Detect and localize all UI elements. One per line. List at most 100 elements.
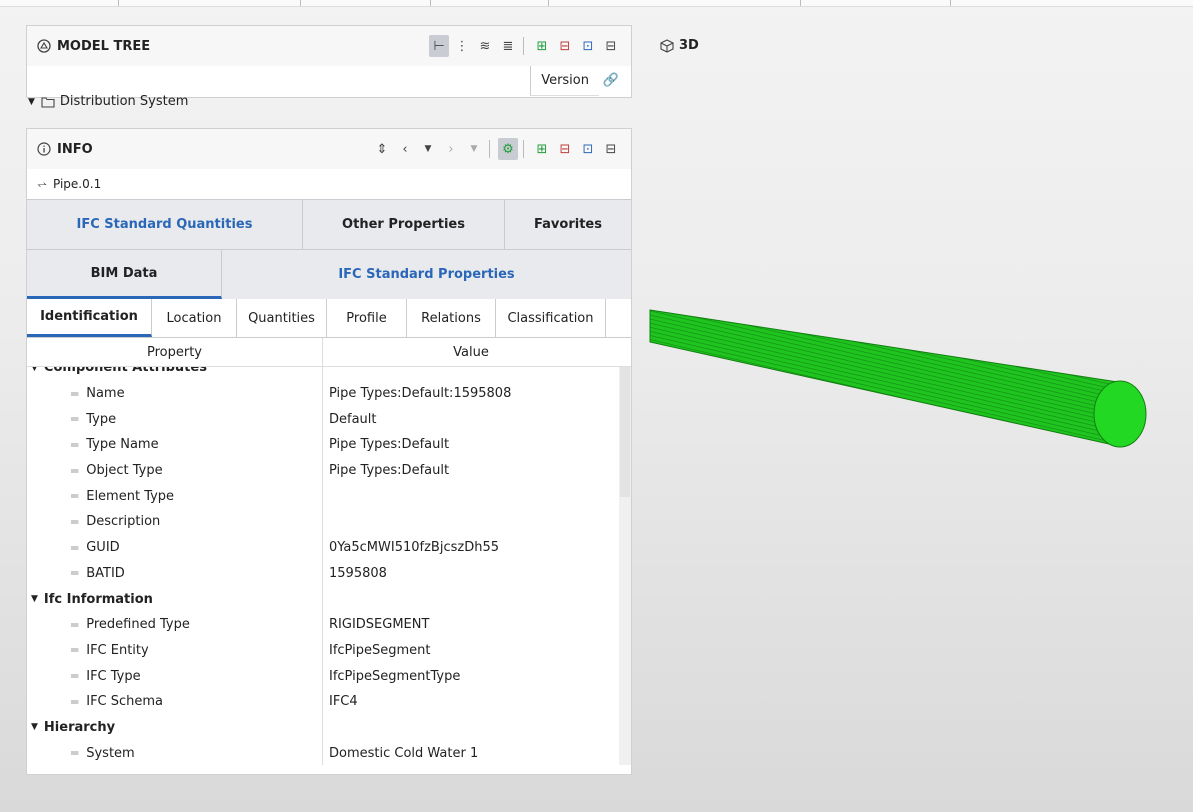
property-row[interactable]: ═ Type Default: [27, 406, 619, 433]
add-panel-icon[interactable]: ⊞: [532, 138, 552, 160]
collapse-panel-icon[interactable]: ⊟: [601, 138, 621, 160]
info-panel: INFO ⇕ ‹ ▼ › ▼ ⚙ ⊞ ⊟ ⊡ ⊟ ⥋ Pipe.0.1 IFC …: [26, 128, 632, 775]
property-value: IFC4: [329, 694, 358, 710]
subtab-quantities[interactable]: Quantities: [237, 299, 327, 337]
selected-object-row: ⥋ Pipe.0.1: [27, 169, 631, 199]
property-name: Hierarchy: [43, 719, 116, 735]
drag-handle-icon[interactable]: ═: [71, 669, 78, 683]
drag-handle-icon[interactable]: ═: [71, 387, 78, 401]
property-name-cell: ═ IFC Schema: [27, 688, 323, 715]
drag-handle-icon[interactable]: ═: [71, 541, 78, 555]
property-row[interactable]: ═ Object Type Pipe Types:Default: [27, 457, 619, 484]
property-name-cell: ▼ Component Attributes: [27, 367, 323, 381]
tab-ifc-standard-properties[interactable]: IFC Standard Properties: [222, 250, 631, 299]
expand-caret-icon[interactable]: ▼: [28, 97, 35, 107]
drag-handle-icon[interactable]: ═: [71, 618, 78, 632]
tree-structure-icon[interactable]: ⊢: [429, 35, 449, 57]
property-name: IFC Entity: [86, 642, 149, 658]
table-header: Property Value: [27, 338, 631, 367]
scrollbar-thumb[interactable]: [620, 367, 630, 497]
subtab-relations[interactable]: Relations: [407, 299, 496, 337]
model-tree-header: MODEL TREE ⊢ ⋮ ≋ ≣ ⊞ ⊟ ⊡ ⊟: [27, 26, 631, 66]
property-value: 0Ya5cMWI510fzBjcszDh55: [329, 540, 499, 556]
duplicate-panel-icon[interactable]: ⊡: [578, 35, 598, 57]
sync-selection-icon[interactable]: ⚙: [498, 138, 518, 160]
subtab-location[interactable]: Location: [152, 299, 237, 337]
next-icon[interactable]: ›: [441, 138, 461, 160]
subtab-profile[interactable]: Profile: [327, 299, 407, 337]
drag-handle-icon[interactable]: ═: [71, 515, 78, 529]
drag-handle-icon[interactable]: ═: [71, 438, 78, 452]
drag-handle-icon[interactable]: ═: [71, 464, 78, 478]
property-rows: ▼ Component Attributes ═ Name Pipe Types:Def…: [27, 367, 631, 765]
collapse-panel-icon[interactable]: ⊟: [601, 35, 621, 57]
expand-caret-icon[interactable]: ▼: [31, 722, 38, 732]
drag-handle-icon[interactable]: ═: [71, 746, 78, 760]
property-row[interactable]: ═ GUID 0Ya5cMWI510fzBjcszDh55: [27, 534, 619, 561]
property-name-cell: ═ Object Type: [27, 457, 323, 484]
property-name: Type: [86, 411, 117, 427]
tab-ifc-standard-quantities[interactable]: IFC Standard Quantities: [27, 200, 303, 249]
drag-handle-icon[interactable]: ═: [71, 566, 78, 580]
property-name: IFC Schema: [86, 694, 164, 710]
remove-panel-icon[interactable]: ⊟: [555, 138, 575, 160]
column-header-property[interactable]: Property: [27, 338, 323, 366]
property-name: GUID: [86, 540, 120, 556]
property-row[interactable]: ═ IFC Schema IFC4: [27, 688, 619, 715]
property-group-row[interactable]: ▼ Ifc Information: [27, 586, 619, 612]
subtab-classification[interactable]: Classification: [496, 299, 606, 337]
property-value: Domestic Cold Water 1: [329, 745, 479, 761]
property-row[interactable]: ═ System Domestic Cold Water 1: [27, 740, 619, 765]
drag-handle-icon[interactable]: ═: [71, 643, 78, 657]
property-name-cell: ═ System: [27, 740, 323, 765]
pipe-3d-model[interactable]: [640, 300, 1160, 460]
property-row[interactable]: ═ IFC Entity IfcPipeSegment: [27, 637, 619, 664]
property-row[interactable]: ═ BATID 1595808: [27, 560, 619, 587]
tab-bim-data[interactable]: BIM Data: [27, 250, 222, 299]
property-row[interactable]: ═ Type Name Pipe Types:Default: [27, 432, 619, 458]
property-name-cell: ▼ Hierarchy: [27, 714, 323, 741]
drag-handle-icon[interactable]: ═: [71, 412, 78, 426]
drag-handle-icon[interactable]: ═: [71, 695, 78, 709]
property-group-row[interactable]: ▼ Hierarchy: [27, 714, 619, 741]
expand-caret-icon[interactable]: ▼: [31, 367, 38, 373]
viewer-3d-label[interactable]: 3D: [660, 38, 699, 53]
previous-icon[interactable]: ‹: [395, 138, 415, 160]
property-row[interactable]: ═ Element Type: [27, 483, 619, 510]
link-icon[interactable]: 🔗: [599, 66, 623, 95]
scrollbar[interactable]: [619, 367, 631, 765]
property-row[interactable]: ═ Predefined Type RIGIDSEGMENT: [27, 611, 619, 638]
version-column-header[interactable]: Version: [530, 66, 599, 96]
forward-dropdown-icon[interactable]: ▼: [464, 138, 484, 160]
tab-favorites[interactable]: Favorites: [505, 200, 631, 249]
tab-other-properties[interactable]: Other Properties: [303, 200, 505, 249]
duplicate-panel-icon[interactable]: ⊡: [578, 138, 598, 160]
property-row[interactable]: ═ IFC Type IfcPipeSegmentType: [27, 663, 619, 689]
property-row[interactable]: ═ Name Pipe Types:Default:1595808: [27, 380, 619, 407]
selected-object-name: Pipe.0.1: [53, 177, 102, 191]
add-panel-icon[interactable]: ⊞: [532, 35, 552, 57]
sort-icon[interactable]: ⇕: [372, 138, 392, 160]
tree-storeys-icon[interactable]: ⋮: [452, 35, 472, 57]
column-header-value[interactable]: Value: [323, 338, 631, 366]
property-value: Pipe Types:Default: [329, 437, 450, 453]
property-group-row[interactable]: ▼ Component Attributes: [27, 367, 619, 381]
property-value: Default: [329, 411, 377, 427]
tree-systems-icon[interactable]: ≣: [498, 35, 518, 57]
property-name-cell: ═ Element Type: [27, 483, 323, 510]
expand-caret-icon[interactable]: ▼: [31, 594, 38, 604]
tree-item-distribution-system[interactable]: ▼ Distribution System: [26, 94, 188, 109]
drag-handle-icon[interactable]: ═: [71, 489, 78, 503]
property-value: 1595808: [329, 565, 387, 581]
subtab-identification[interactable]: Identification: [27, 299, 152, 337]
history-dropdown-icon[interactable]: ▼: [418, 138, 438, 160]
property-row[interactable]: ═ Description: [27, 509, 619, 535]
property-value: Pipe Types:Default: [329, 463, 450, 479]
model-tree-title: MODEL TREE: [57, 38, 151, 54]
property-name: Element Type: [86, 488, 175, 504]
tree-types-icon[interactable]: ≋: [475, 35, 495, 57]
property-name-cell: ═ GUID: [27, 534, 323, 561]
top-toolbar-strip: [0, 0, 1193, 7]
remove-panel-icon[interactable]: ⊟: [555, 35, 575, 57]
property-name-cell: ═ Predefined Type: [27, 611, 323, 638]
